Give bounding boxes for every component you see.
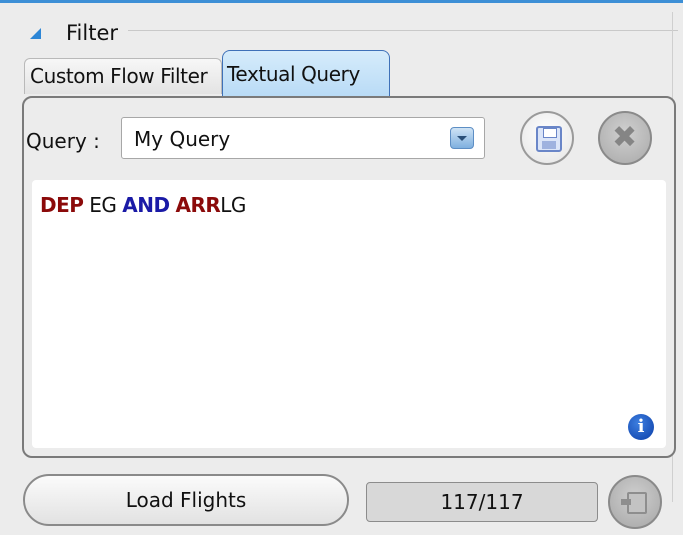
- export-icon: [621, 492, 647, 514]
- window-top-border: [0, 0, 683, 3]
- delete-query-button[interactable]: ✖: [598, 111, 652, 165]
- delete-icon: ✖: [612, 120, 638, 155]
- collapse-triangle-icon[interactable]: [30, 28, 41, 39]
- keyword-dep: DEP: [40, 193, 84, 217]
- query-select[interactable]: My Query: [121, 117, 485, 159]
- tab-custom-flow-filter[interactable]: Custom Flow Filter: [24, 58, 222, 94]
- save-query-button[interactable]: [520, 111, 574, 165]
- query-label: Query :: [26, 129, 100, 153]
- filter-group-header[interactable]: Filter: [6, 18, 680, 48]
- floppy-disk-icon: [536, 126, 562, 152]
- keyword-arr: ARR: [175, 193, 221, 217]
- query-editor[interactable]: DEP EG AND ARRLG: [32, 180, 666, 448]
- info-icon[interactable]: i: [628, 414, 654, 440]
- query-select-value: My Query: [134, 127, 231, 151]
- query-text: DEP EG AND ARRLG: [40, 192, 246, 218]
- keyword-and: AND: [122, 193, 170, 217]
- tab-textual-query[interactable]: Textual Query: [222, 50, 390, 96]
- group-divider: [128, 30, 678, 31]
- chevron-down-icon[interactable]: [450, 127, 474, 149]
- value-dep: EG: [89, 193, 117, 217]
- flight-count-field: 117/117: [366, 482, 598, 522]
- filter-group-title: Filter: [66, 21, 119, 45]
- export-button[interactable]: [608, 475, 662, 529]
- value-arr: LG: [220, 193, 246, 217]
- load-flights-button[interactable]: Load Flights: [23, 474, 349, 526]
